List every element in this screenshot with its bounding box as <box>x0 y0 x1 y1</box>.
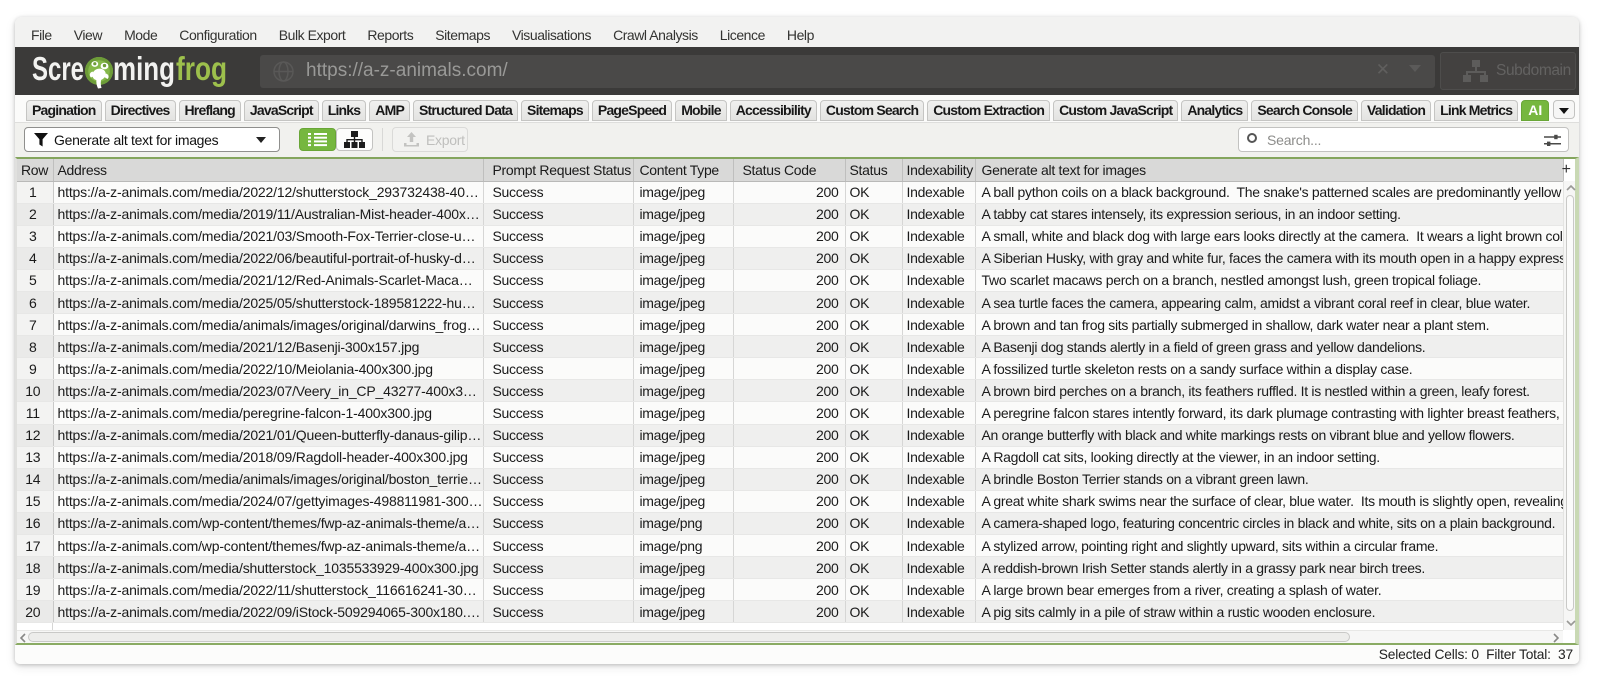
svg-text:frog: frog <box>176 50 227 87</box>
svg-text:Scre: Scre <box>32 50 84 87</box>
svg-text:ming: ming <box>113 50 175 87</box>
